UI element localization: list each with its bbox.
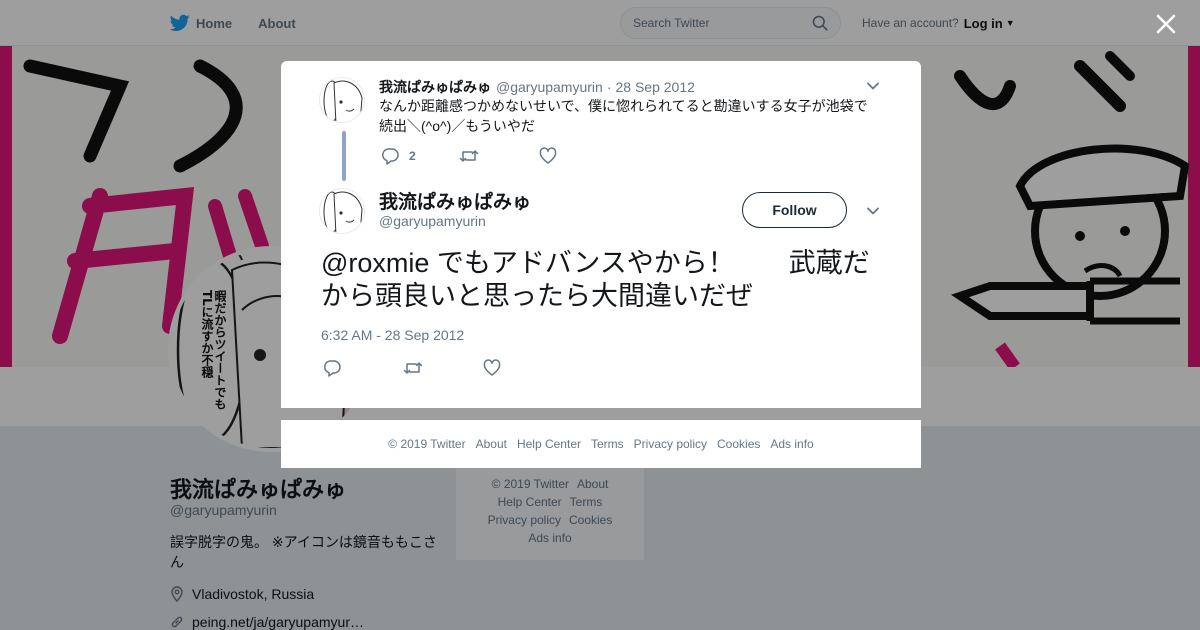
main-tweet-avatar[interactable] — [319, 188, 365, 234]
close-icon[interactable] — [1154, 12, 1178, 36]
main-tweet-handle[interactable]: @garyupamyurin — [379, 213, 486, 229]
parent-tweet-separator: · — [606, 79, 612, 95]
reply-icon — [323, 360, 341, 377]
parent-tweet-handle[interactable]: @garyupamyurin — [496, 79, 603, 95]
main-tweet-timestamp[interactable]: 6:32 AM - 28 Sep 2012 — [321, 327, 464, 343]
retweet-button[interactable] — [459, 147, 539, 165]
parent-tweet-text: なんか距離感つかめないせいで、僕に惚れられてると勘違いする女子が池袋で続出＼(^… — [379, 98, 868, 134]
parent-tweet-date[interactable]: 28 Sep 2012 — [615, 79, 694, 95]
main-tweet-text: @roxmie でもアドバンスやから！ 武蔵だから頭良いと思ったら大間違いだぜ — [321, 248, 870, 311]
reply-icon — [381, 148, 399, 165]
thread-connector — [342, 131, 346, 181]
main-tweet-name[interactable]: 我流ぱみゅぱみゅ — [379, 187, 531, 214]
footer-about[interactable]: About — [476, 437, 507, 451]
parent-tweet-actions: 2 — [381, 147, 567, 165]
modal-footer: © 2019 Twitter About Help Center Terms P… — [281, 420, 921, 468]
footer-terms[interactable]: Terms — [591, 437, 624, 451]
like-button[interactable] — [539, 147, 567, 165]
parent-tweet-name[interactable]: 我流ぱみゅぱみゅ — [379, 77, 491, 97]
footer-cookies[interactable]: Cookies — [717, 437, 760, 451]
chevron-down-icon[interactable] — [865, 78, 881, 94]
parent-tweet-avatar[interactable] — [319, 77, 365, 123]
reply-button[interactable]: 2 — [381, 147, 459, 165]
like-icon — [483, 359, 501, 376]
main-tweet-actions — [323, 359, 511, 377]
footer-help-center[interactable]: Help Center — [517, 437, 581, 451]
retweet-icon — [403, 362, 423, 374]
footer-copyright: © 2019 Twitter — [388, 437, 466, 451]
like-button[interactable] — [483, 359, 511, 377]
footer-privacy[interactable]: Privacy policy — [634, 437, 707, 451]
retweet-button[interactable] — [403, 359, 483, 377]
like-icon — [539, 147, 557, 164]
retweet-icon — [459, 150, 479, 162]
follow-button[interactable]: Follow — [742, 192, 847, 228]
tweet-modal: 我流ぱみゅぱみゅ @garyupamyurin · 28 Sep 2012 なん… — [281, 61, 921, 408]
footer-ads-info[interactable]: Ads info — [770, 437, 813, 451]
reply-count: 2 — [409, 149, 416, 163]
reply-button[interactable] — [323, 359, 403, 377]
parent-tweet-header: 我流ぱみゅぱみゅ @garyupamyurin · 28 Sep 2012 — [379, 77, 695, 97]
chevron-down-icon[interactable] — [865, 203, 881, 219]
